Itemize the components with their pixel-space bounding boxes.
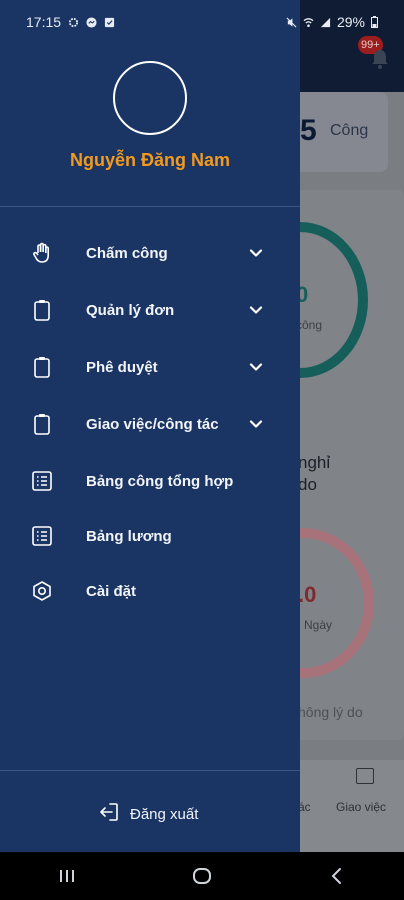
battery-percent: 29% bbox=[336, 14, 365, 30]
task-icon bbox=[356, 768, 374, 784]
menu-item-cai-dat[interactable]: Cài đặt bbox=[0, 566, 300, 616]
recent-apps-icon bbox=[60, 870, 75, 882]
back-icon bbox=[331, 868, 341, 884]
avatar[interactable] bbox=[113, 61, 187, 135]
hand-icon bbox=[30, 241, 54, 265]
section-label-line1: nghỉ bbox=[298, 453, 331, 472]
menu-label: Bảng công tổng hợp bbox=[86, 472, 234, 490]
system-nav-bar bbox=[0, 852, 404, 900]
user-name: Nguyễn Đăng Nam bbox=[69, 150, 231, 170]
logout-label: Đăng xuất bbox=[130, 806, 199, 823]
back-button[interactable] bbox=[317, 856, 357, 896]
ring2-unit: Ngày bbox=[304, 618, 333, 632]
unexcused-label: hông lý do bbox=[298, 704, 363, 720]
checklist-notification-icon bbox=[104, 17, 115, 27]
menu-label: Phê duyệt bbox=[86, 358, 158, 376]
summary-value: 5 bbox=[300, 114, 317, 147]
section-label-line2: do bbox=[298, 475, 317, 494]
drawer-footer: Đăng xuất bbox=[0, 770, 300, 852]
bell-icon bbox=[372, 50, 388, 69]
status-time: 17:15 bbox=[26, 14, 62, 30]
chevron-down-icon bbox=[247, 244, 265, 262]
clipboard-icon bbox=[30, 298, 54, 322]
menu-label: Giao việc/công tác bbox=[86, 415, 219, 433]
battery-icon bbox=[371, 16, 378, 28]
menu-item-giao-viec-cong-tac[interactable]: Giao việc/công tác bbox=[0, 399, 300, 449]
logout-button[interactable]: Đăng xuất bbox=[98, 801, 198, 828]
wifi-icon bbox=[303, 17, 314, 27]
menu-label: Chấm công bbox=[86, 244, 168, 262]
clipboard-icon bbox=[30, 412, 54, 436]
summary-unit: Công bbox=[330, 122, 369, 139]
menu-item-phe-duyet[interactable]: Phê duyệt bbox=[0, 342, 300, 392]
logout-icon bbox=[98, 801, 120, 828]
settings-icon bbox=[30, 579, 54, 603]
ring2-value: .0 bbox=[298, 582, 317, 607]
recent-apps-button[interactable] bbox=[47, 856, 87, 896]
messenger-icon bbox=[86, 16, 97, 28]
section-label: nghỉ do bbox=[298, 452, 330, 496]
navigation-drawer: Nguyễn Đăng Nam Chấm công Quản lý đơn Ph… bbox=[0, 0, 300, 852]
signal-icon bbox=[320, 17, 331, 27]
status-bar: 17:15 29% bbox=[0, 0, 404, 44]
menu-item-quan-ly-don[interactable]: Quản lý đơn bbox=[0, 285, 300, 335]
menu-label: Bảng lương bbox=[86, 527, 172, 545]
menu-item-bang-luong[interactable]: Bảng lương bbox=[0, 511, 300, 561]
gear-notification-icon bbox=[68, 17, 79, 27]
menu-item-cham-cong[interactable]: Chấm công bbox=[0, 228, 300, 278]
mute-icon bbox=[286, 17, 297, 27]
menu-item-bang-cong-tong-hop[interactable]: Bảng công tổng hợp bbox=[0, 456, 300, 506]
list-icon bbox=[30, 469, 54, 493]
menu-label: Cài đặt bbox=[86, 582, 137, 600]
home-icon bbox=[192, 868, 211, 884]
clipboard-icon bbox=[30, 355, 54, 379]
chevron-down-icon bbox=[247, 358, 265, 376]
chevron-down-icon bbox=[247, 301, 265, 319]
home-button[interactable] bbox=[182, 856, 222, 896]
menu-label: Quản lý đơn bbox=[86, 301, 175, 319]
nav-label-giao-viec: Giao việc bbox=[336, 800, 387, 814]
chevron-down-icon bbox=[247, 415, 265, 433]
list-icon bbox=[30, 524, 54, 548]
